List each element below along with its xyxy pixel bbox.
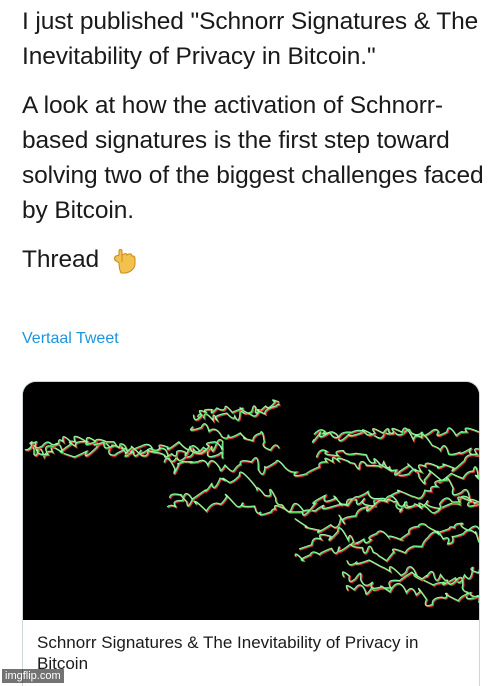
link-preview-card[interactable]: Schnorr Signatures & The Inevitability o… xyxy=(22,381,480,686)
light-trails-image xyxy=(23,382,479,620)
card-title: Schnorr Signatures & The Inevitability o… xyxy=(37,633,419,673)
tweet-body: I just published "Schnorr Signatures & T… xyxy=(22,4,487,277)
thread-line: Thread xyxy=(22,242,487,277)
watermark: imgflip.com xyxy=(2,669,64,683)
translate-tweet-link[interactable]: Vertaal Tweet xyxy=(22,329,119,349)
thread-label: Thread xyxy=(22,246,100,273)
pointing-down-icon xyxy=(114,248,136,273)
tweet-paragraph-2: A look at how the activation of Schnorr-… xyxy=(22,92,484,224)
tweet-paragraph-1: I just published "Schnorr Signatures & T… xyxy=(22,8,479,70)
